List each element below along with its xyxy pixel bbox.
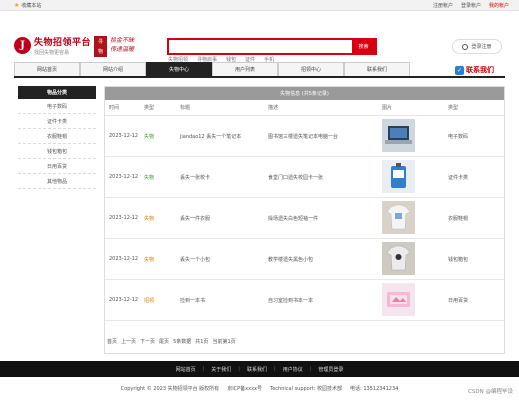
table-row[interactable]: 2023-12-12 失物 丢失一个小包 教学楼遗失黑色小包 钱包箱包 xyxy=(105,239,504,280)
item-title-link[interactable]: 捡到一本书 xyxy=(180,297,268,304)
table-header: 时间 类型 标题 描述 图片 类型 xyxy=(105,100,504,116)
logo-mark: J xyxy=(14,37,31,54)
watermark: CSDN @编程毕设 xyxy=(468,389,513,395)
star-icon: ★ xyxy=(14,1,20,9)
seal-stamp: 寻 物 xyxy=(94,36,107,57)
sidebar-item[interactable]: 电子数码 xyxy=(18,99,96,114)
contact-us-link[interactable]: ✓ 联系我们 xyxy=(455,65,494,75)
footer-link[interactable]: 管理员登录 xyxy=(318,366,343,373)
category-sidebar: 物品分类 电子数码 证件卡类 衣服鞋帽 钱包箱包 日用百货 其他物品 xyxy=(18,86,96,189)
tab-home[interactable]: 网站首页 xyxy=(14,62,80,76)
item-title-link[interactable]: 丢失一张校卡 xyxy=(180,174,268,181)
col-date: 时间 xyxy=(109,105,120,111)
login-link[interactable]: 登录帐户 xyxy=(461,2,481,9)
item-title-link[interactable]: 丢失一个小包 xyxy=(180,256,268,263)
col-title: 标题 xyxy=(180,105,191,111)
copyright: Copyright © 2023 失物招领平台 版权所有 京ICP备xxxx号 … xyxy=(120,386,399,392)
col-desc: 描述 xyxy=(268,105,279,111)
card-thumbnail[interactable] xyxy=(382,159,415,193)
footer-link[interactable]: 网站首页 xyxy=(176,366,196,373)
tab-users[interactable]: 用户列表 xyxy=(212,62,278,76)
tshirt-thumbnail[interactable] xyxy=(382,200,415,234)
sidebar-item[interactable]: 证件卡类 xyxy=(18,114,96,129)
top-bar: ★ 收藏本站 注册帐户 登录帐户 我的帐户 xyxy=(0,0,519,11)
site-logo[interactable]: J 失物招领平台 找回失物更容易 xyxy=(14,35,91,56)
footer-link[interactable]: 用户协议 xyxy=(283,366,303,373)
table-row[interactable]: 2023-12-12 失物 丢失一件衣服 操场遗失白色短袖一件 衣服鞋帽 xyxy=(105,198,504,239)
footer-nav: 网站首页 | 关于我们 | 联系我们 | 用户协议 | 管理员登录 xyxy=(0,361,519,377)
book-thumbnail[interactable] xyxy=(382,282,415,316)
sidebar-item[interactable]: 钱包箱包 xyxy=(18,144,96,159)
current-page: 当前第1页 xyxy=(212,339,236,345)
login-register-button[interactable]: 登录注册 xyxy=(452,39,502,54)
table-row[interactable]: 2023-12-12 失物 jiandao12 丢失一个笔记本 图书馆三楼遗失笔… xyxy=(105,116,504,157)
item-title-link[interactable]: 丢失一件衣服 xyxy=(180,215,268,222)
record-count: 5条数据 xyxy=(173,339,192,345)
item-title-link[interactable]: jiandao12 丢失一个笔记本 xyxy=(180,133,268,140)
main-nav: 网站首页 网站介绍 失物中心 用户列表 招领中心 联系我们 xyxy=(14,62,505,78)
my-account-link[interactable]: 我的帐户 xyxy=(489,2,509,9)
last-page-link[interactable]: 尾页 xyxy=(159,338,169,345)
sidebar-item[interactable]: 衣服鞋帽 xyxy=(18,129,96,144)
first-page-link[interactable]: 首页 xyxy=(107,338,117,345)
tab-about[interactable]: 网站介绍 xyxy=(80,62,146,76)
slogan: 拾金不昧 传递温暖 xyxy=(110,37,135,53)
search-input[interactable] xyxy=(169,40,352,53)
page-count: 共1页 xyxy=(195,339,209,345)
col-image: 图片 xyxy=(382,105,393,111)
shirt-thumbnail[interactable] xyxy=(382,241,415,275)
table-row[interactable]: 2023-12-12 失物 丢失一张校卡 食堂门口遗失校园卡一张 证件卡类 xyxy=(105,157,504,198)
col-type: 类型 xyxy=(144,105,155,111)
register-link[interactable]: 注册帐户 xyxy=(433,2,453,9)
favorite-link[interactable]: ★ 收藏本站 xyxy=(14,2,41,9)
prev-page-link[interactable]: 上一页 xyxy=(121,338,136,345)
table-row[interactable]: 2023-12-12 招领 捡到一本书 自习室捡到书本一本 日用百货 xyxy=(105,280,504,321)
laptop-thumbnail[interactable] xyxy=(382,118,415,152)
search-box: 搜索 xyxy=(167,38,377,55)
site-subtitle: 找回失物更容易 xyxy=(34,50,70,56)
tab-found-center[interactable]: 招领中心 xyxy=(278,62,344,76)
panel-title: 失物信息 (共5条记录) xyxy=(105,87,504,100)
sidebar-title: 物品分类 xyxy=(18,86,96,99)
sidebar-item[interactable]: 日用百货 xyxy=(18,159,96,174)
tab-lost-center[interactable]: 失物中心 xyxy=(146,62,212,76)
lost-items-panel: 失物信息 (共5条记录) 时间 类型 标题 描述 图片 类型 2023-12-1… xyxy=(104,86,505,354)
header: J 失物招领平台 找回失物更容易 寻 物 拾金不昧 传递温暖 搜索 失物招领 寻… xyxy=(0,11,519,63)
footer-link[interactable]: 联系我们 xyxy=(247,366,267,373)
check-icon: ✓ xyxy=(455,65,464,75)
user-icon xyxy=(462,43,469,50)
next-page-link[interactable]: 下一页 xyxy=(140,338,155,345)
site-title: 失物招领平台 xyxy=(34,38,92,48)
col-category: 类型 xyxy=(448,105,459,111)
sidebar-item[interactable]: 其他物品 xyxy=(18,174,96,189)
tab-contact[interactable]: 联系我们 xyxy=(344,62,410,76)
pagination: 首页 上一页 下一页 尾页 5条数据 共1页 当前第1页 xyxy=(107,338,236,345)
footer-link[interactable]: 关于我们 xyxy=(211,366,231,373)
search-button[interactable]: 搜索 xyxy=(352,40,375,53)
